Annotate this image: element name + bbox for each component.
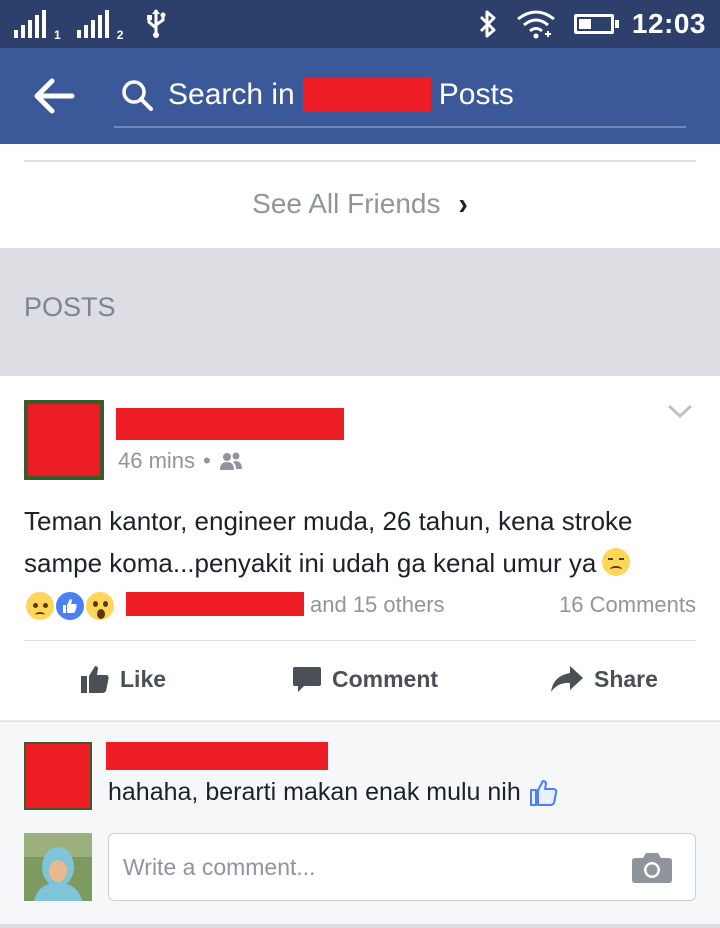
thumbs-up-icon bbox=[81, 666, 109, 693]
divider bbox=[24, 160, 696, 162]
clock: 12:03 bbox=[631, 8, 706, 39]
thumbs-up-outline-icon bbox=[529, 779, 558, 806]
share-arrow-icon bbox=[551, 666, 583, 692]
friends-section: See All Friends › bbox=[0, 144, 720, 248]
post-meta: 46 mins • bbox=[118, 448, 243, 474]
post-time[interactable]: 46 mins bbox=[118, 448, 195, 474]
see-all-friends-label: See All Friends bbox=[252, 188, 441, 219]
redacted-commenter-name[interactable] bbox=[106, 742, 328, 770]
redacted-author-name[interactable] bbox=[116, 408, 344, 440]
current-user-avatar bbox=[24, 833, 92, 901]
share-label: Share bbox=[594, 665, 658, 692]
battery-icon bbox=[573, 14, 619, 34]
chevron-right-icon: › bbox=[458, 186, 468, 221]
camera-icon[interactable] bbox=[631, 850, 673, 884]
post-text: Teman kantor, engineer muda, 26 tahun, k… bbox=[24, 506, 633, 578]
comment-text: hahaha, berarti makan enak mulu nih bbox=[108, 778, 521, 806]
post-options-chevron-icon[interactable] bbox=[666, 400, 694, 422]
usb-icon bbox=[147, 9, 166, 38]
signal-icon bbox=[14, 10, 46, 38]
reactions-row[interactable]: and 15 others 16 Comments bbox=[24, 588, 696, 624]
search-suffix: Posts bbox=[438, 78, 514, 111]
divider bbox=[0, 924, 720, 928]
divider bbox=[24, 640, 696, 641]
sim-2-label: 2 bbox=[116, 28, 124, 42]
meta-separator: • bbox=[203, 448, 211, 473]
commenter-avatar[interactable] bbox=[24, 742, 92, 810]
comment-button[interactable]: Comment bbox=[292, 664, 438, 694]
comment-input-box[interactable] bbox=[108, 833, 696, 901]
post-card: 46 mins • Teman kantor, engineer muda, 2… bbox=[0, 376, 720, 720]
post-actions: Like Comment Share bbox=[0, 642, 720, 720]
comments-count[interactable]: 16 Comments bbox=[559, 592, 696, 618]
author-avatar[interactable] bbox=[24, 400, 104, 480]
see-all-friends-link[interactable]: See All Friends › bbox=[0, 186, 720, 221]
search-text: Search in Posts bbox=[168, 78, 514, 112]
wifi-icon bbox=[516, 10, 555, 39]
reactions-others-label: and 15 others bbox=[310, 592, 445, 617]
status-left-icons: 1 2 bbox=[14, 8, 167, 42]
comment-item: hahaha, berarti makan enak mulu nih bbox=[0, 721, 720, 821]
status-bar: 1 2 12:03 bbox=[0, 0, 720, 48]
signal-icon bbox=[76, 10, 109, 38]
search-icon bbox=[122, 80, 153, 111]
redacted-page-name bbox=[302, 78, 431, 112]
comment-body: hahaha, berarti makan enak mulu nih bbox=[108, 778, 559, 807]
like-button[interactable]: Like bbox=[80, 664, 166, 694]
wow-reaction-icon bbox=[84, 590, 116, 622]
sim-1-label: 1 bbox=[54, 28, 61, 42]
app-bar: Search in Posts bbox=[0, 48, 720, 144]
search-bar[interactable]: Search in Posts bbox=[114, 74, 686, 128]
share-button[interactable]: Share bbox=[550, 664, 658, 694]
comment-input[interactable] bbox=[123, 834, 603, 900]
comment-bubble-icon bbox=[293, 667, 321, 692]
comment-label: Comment bbox=[332, 665, 439, 692]
posts-header-label: POSTS bbox=[24, 292, 116, 322]
reaction-icons bbox=[24, 590, 116, 622]
friends-audience-icon bbox=[219, 452, 242, 470]
write-comment-area bbox=[0, 821, 720, 928]
search-prefix: Search in bbox=[168, 78, 295, 111]
like-reaction-icon bbox=[54, 590, 86, 622]
disappointed-emoji-icon bbox=[602, 548, 631, 576]
like-label: Like bbox=[120, 665, 167, 692]
posts-section-header: POSTS bbox=[0, 248, 720, 376]
sad-reaction-icon bbox=[24, 590, 56, 622]
redacted-reactor-name bbox=[126, 592, 304, 616]
status-right-icons: 12:03 bbox=[478, 6, 706, 42]
bluetooth-icon bbox=[479, 10, 496, 38]
back-arrow-icon[interactable] bbox=[32, 76, 76, 116]
post-body: Teman kantor, engineer muda, 26 tahun, k… bbox=[24, 500, 684, 584]
